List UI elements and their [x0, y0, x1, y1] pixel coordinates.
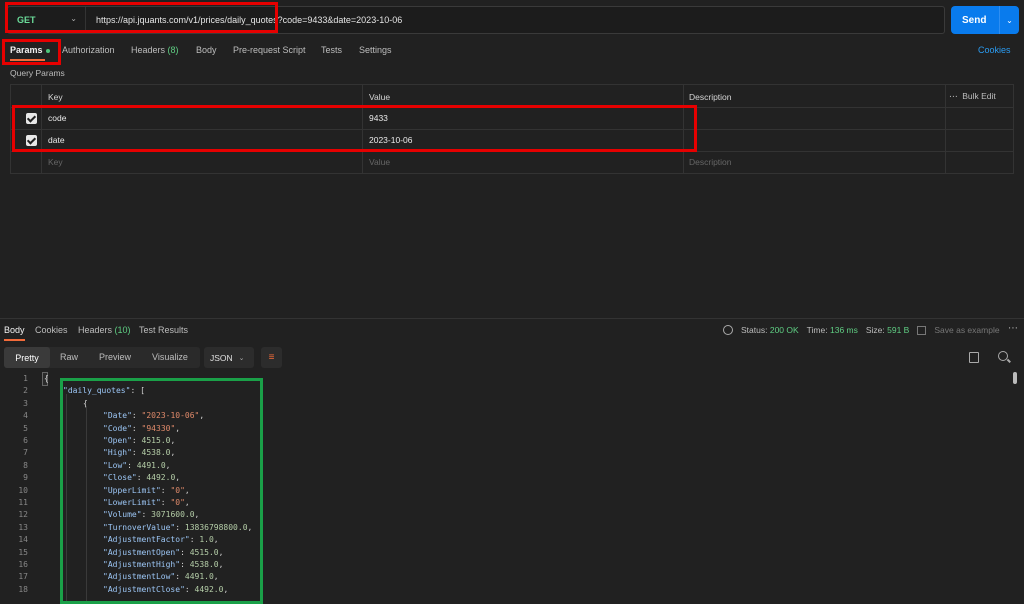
annotation-box-url — [5, 2, 278, 33]
annotation-box-params-rows — [12, 105, 697, 152]
line-number: 12 — [18, 510, 28, 520]
chevron-down-icon[interactable]: ⌄ — [999, 6, 1019, 34]
more-options-icon[interactable]: ⋯ — [949, 91, 958, 101]
line-number: 1 — [23, 374, 28, 383]
line-number: 7 — [23, 448, 28, 458]
column-header-key: Key — [48, 92, 63, 102]
wrap-lines-icon[interactable]: ≡ — [261, 347, 282, 368]
send-label: Send — [962, 14, 987, 26]
line-number: 9 — [23, 473, 28, 483]
response-headers-label: Headers — [78, 325, 113, 335]
response-headers-count: (10) — [114, 325, 131, 335]
view-preview-button[interactable]: Preview — [99, 352, 131, 362]
time-label: Time: — [806, 325, 828, 335]
view-pretty-button[interactable]: Pretty — [4, 347, 50, 368]
line-number: 2 — [23, 386, 28, 396]
search-icon[interactable] — [998, 351, 1008, 361]
response-tab-test-results[interactable]: Test Results — [139, 325, 188, 335]
size-label: Size: — [865, 325, 885, 335]
tab-headers[interactable]: Headers (8) — [131, 45, 179, 55]
line-number: 16 — [18, 560, 28, 569]
format-label: JSON — [210, 352, 233, 363]
response-tab-body[interactable]: Body — [4, 325, 25, 335]
save-icon — [917, 325, 927, 335]
time-info[interactable]: Time: 136 ms — [807, 325, 858, 335]
bulk-edit-button[interactable]: ⋯ Bulk Edit — [949, 91, 996, 102]
response-divider — [0, 318, 1024, 319]
format-select[interactable]: JSON ⌄ — [204, 347, 254, 368]
line-number: 14 — [18, 535, 28, 545]
more-options-icon[interactable]: ⋯ — [1008, 323, 1018, 334]
annotation-box-json — [60, 378, 263, 604]
status-label: Status: — [741, 325, 768, 335]
globe-icon[interactable] — [723, 325, 733, 335]
line-number: 8 — [23, 460, 28, 470]
view-visualize-button[interactable]: Visualize — [152, 352, 188, 362]
active-tab-underline — [4, 339, 25, 341]
tab-settings[interactable]: Settings — [359, 45, 392, 55]
query-params-heading: Query Params — [10, 68, 65, 78]
status-value: 200 OK — [769, 325, 799, 335]
line-number: 6 — [23, 436, 28, 445]
view-raw-button[interactable]: Raw — [60, 352, 78, 362]
line-number: 11 — [18, 498, 28, 507]
annotation-box-params — [2, 39, 61, 65]
cookies-link[interactable]: Cookies — [978, 45, 1011, 55]
tab-body[interactable]: Body — [196, 45, 217, 55]
line-number: 15 — [18, 547, 28, 557]
bulk-edit-label: Bulk Edit — [962, 91, 996, 101]
time-value: 136 ms — [829, 325, 858, 335]
response-tab-headers[interactable]: Headers (10) — [78, 325, 131, 335]
size-value: 591 B — [887, 325, 910, 335]
copy-icon[interactable] — [969, 352, 979, 363]
size-info[interactable]: Size: 591 B — [866, 325, 910, 335]
response-status-area: Status: 200 OK Time: 136 ms Size: 591 B … — [723, 325, 1000, 335]
line-number: 17 — [18, 572, 28, 582]
column-header-value: Value — [369, 92, 391, 102]
tab-headers-label: Headers — [131, 45, 166, 55]
headers-count: (8) — [167, 45, 179, 55]
line-number: 18 — [18, 584, 28, 594]
tab-pre-request-script[interactable]: Pre-request Script — [233, 45, 306, 55]
line-number: 5 — [23, 423, 28, 433]
new-param-description-input[interactable]: Description — [689, 157, 732, 167]
line-number: 3 — [23, 398, 28, 408]
line-number: 10 — [18, 485, 28, 495]
code-line: { — [44, 374, 49, 383]
line-number: 4 — [23, 411, 28, 421]
new-param-key-input[interactable]: Key — [48, 157, 63, 167]
new-param-value-input[interactable]: Value — [369, 157, 390, 167]
line-number: 13 — [18, 522, 28, 532]
send-button[interactable]: Send ⌄ — [951, 6, 1019, 34]
status-info[interactable]: Status: 200 OK — [741, 325, 799, 335]
response-tab-cookies[interactable]: Cookies — [35, 325, 68, 335]
response-view-toggle: Pretty Raw Preview Visualize — [4, 347, 200, 368]
tab-authorization[interactable]: Authorization — [62, 45, 115, 55]
save-as-example-button[interactable]: Save as example — [934, 325, 999, 335]
chevron-down-icon: ⌄ — [238, 354, 245, 362]
column-header-description: Description — [689, 92, 732, 102]
tab-tests[interactable]: Tests — [321, 45, 342, 55]
